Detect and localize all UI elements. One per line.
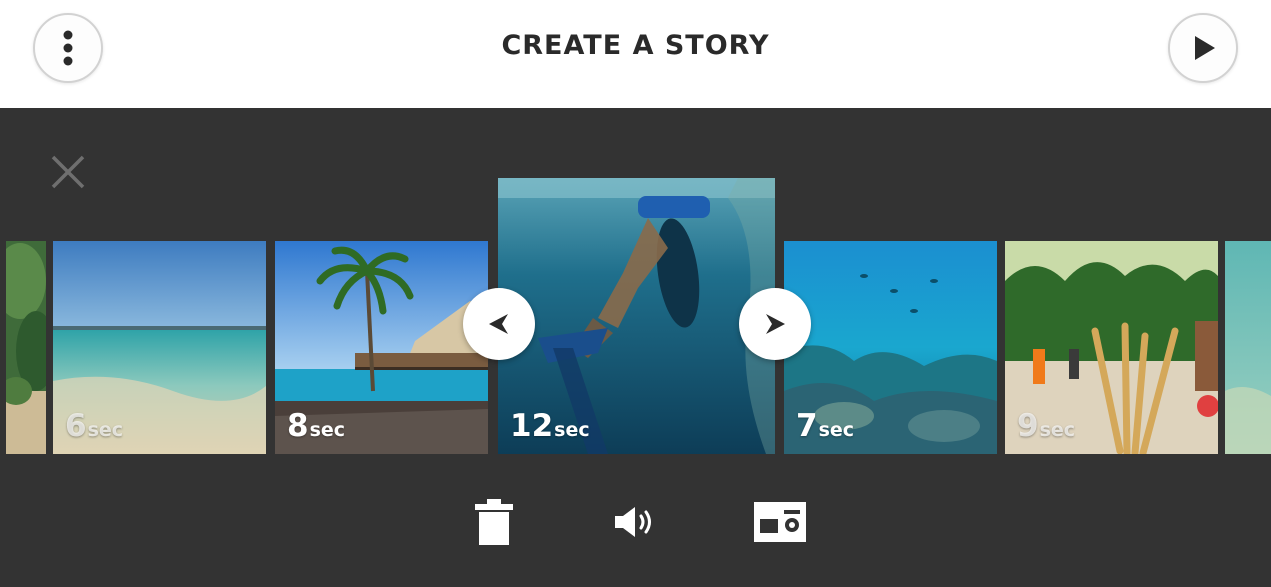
trash-icon	[475, 499, 513, 545]
move-clip-right-button[interactable]	[739, 288, 811, 360]
clip-layout-button[interactable]	[753, 500, 807, 544]
clip-audio-button[interactable]	[610, 502, 660, 542]
speaker-icon	[615, 507, 651, 537]
clip-thumbnail[interactable]: 7sec	[784, 241, 997, 454]
clip-thumbnail[interactable]: 6sec	[53, 241, 266, 454]
clip-image	[1225, 241, 1271, 454]
clip-duration-label: 9sec	[1017, 408, 1076, 444]
clip-duration-label: 12sec	[510, 408, 590, 444]
clip-image	[6, 241, 46, 454]
close-x-icon[interactable]	[50, 154, 86, 190]
arrow-right-icon	[766, 314, 785, 334]
arrow-left-icon	[489, 314, 508, 334]
clip-thumbnail-selected[interactable]: 12sec	[498, 178, 775, 454]
play-preview-button[interactable]	[1168, 13, 1238, 83]
header-bar: CREATE A STORY	[0, 0, 1271, 108]
delete-clip-button[interactable]	[472, 496, 516, 548]
move-clip-left-button[interactable]	[463, 288, 535, 360]
play-icon	[1195, 36, 1215, 60]
clip-thumbnail[interactable]	[1225, 241, 1271, 454]
clip-duration-label: 8sec	[287, 408, 346, 444]
photo-layout-icon	[754, 502, 806, 542]
clip-thumbnail[interactable]	[6, 241, 46, 454]
story-editor: 6sec 8sec 12sec 7sec 9sec	[0, 108, 1271, 587]
clip-duration-label: 6sec	[65, 408, 124, 444]
clip-thumbnail[interactable]: 8sec	[275, 241, 488, 454]
page-title: CREATE A STORY	[501, 30, 770, 61]
clip-thumbnail[interactable]: 9sec	[1005, 241, 1218, 454]
clip-duration-label: 7sec	[796, 408, 855, 444]
